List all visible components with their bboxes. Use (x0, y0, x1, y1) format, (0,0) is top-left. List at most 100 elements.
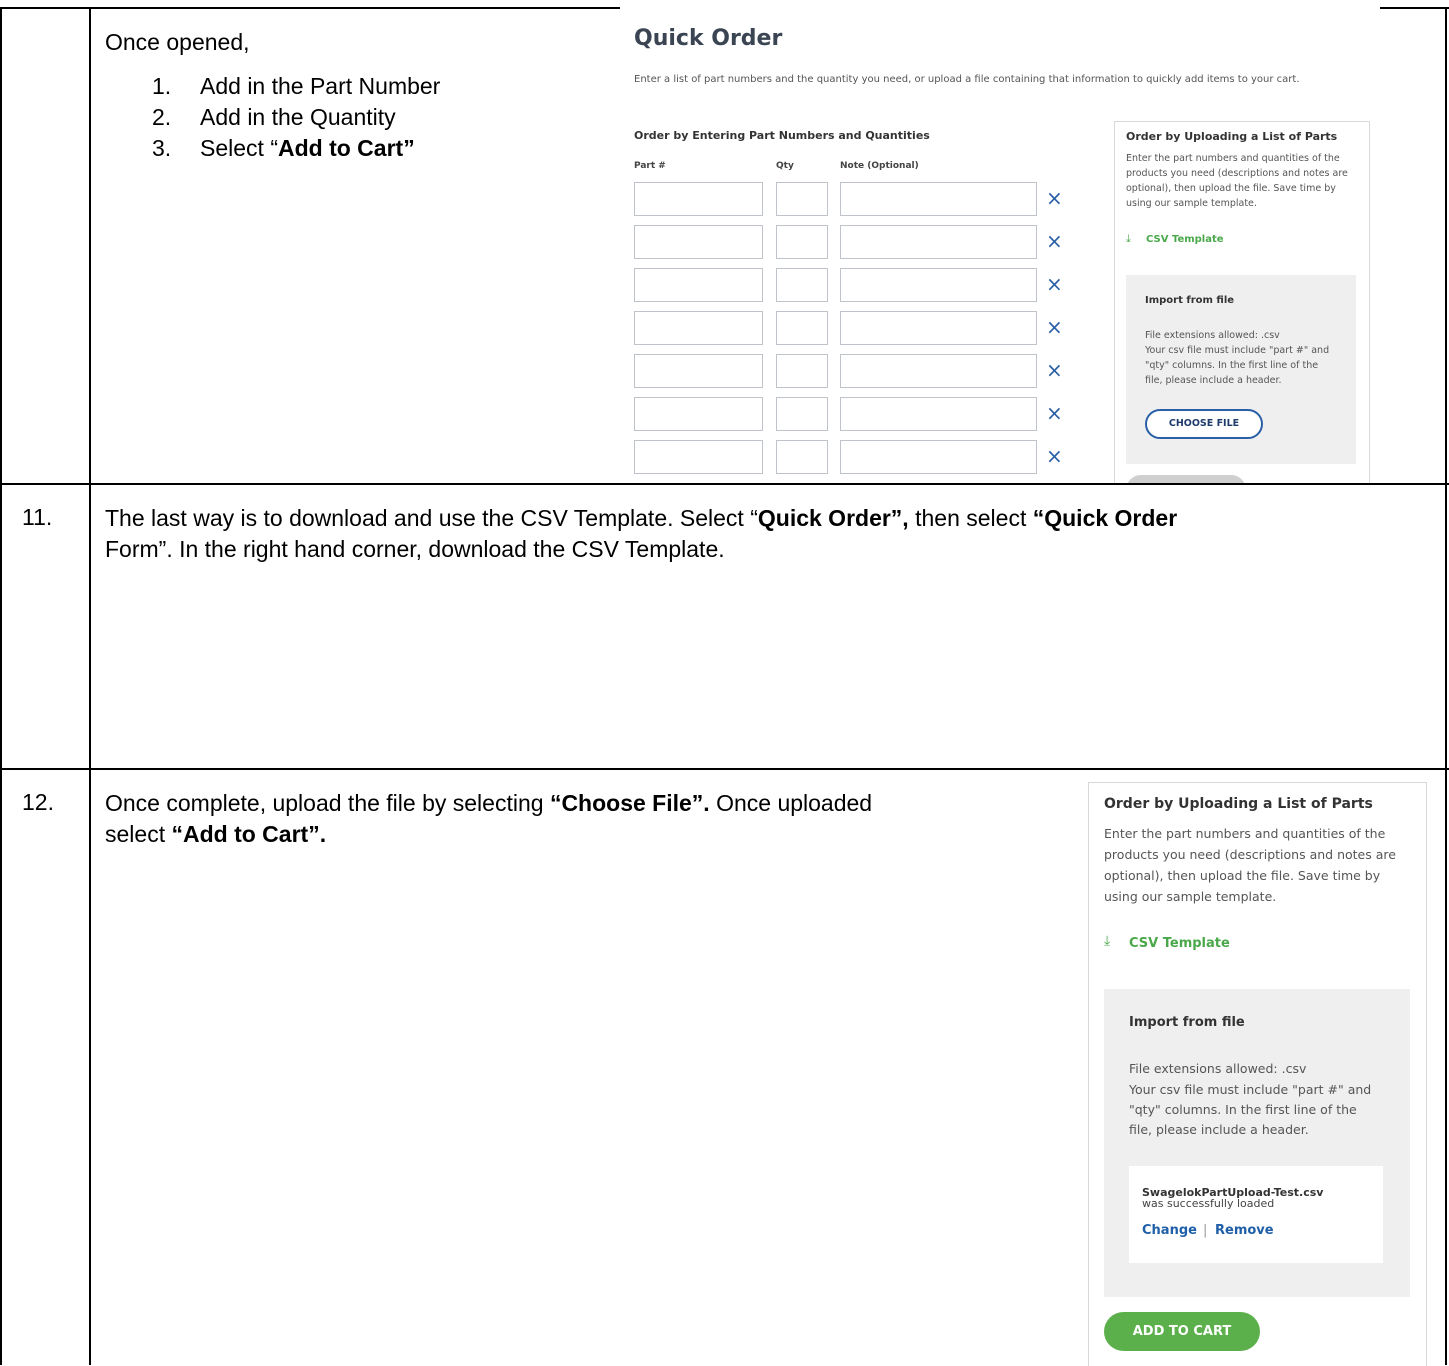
entry-row: × (634, 397, 1074, 431)
step-11-text: The last way is to download and use the … (105, 503, 1425, 565)
remove-row-icon[interactable]: × (1046, 272, 1063, 296)
part-number-input[interactable] (634, 440, 763, 474)
table-left-border (0, 7, 2, 1365)
step-11-bold-1: Quick Order”, (757, 505, 909, 531)
note-input[interactable] (840, 182, 1037, 216)
step-3-pre: Select “ (200, 135, 278, 161)
step-12-part-2: Once uploaded (709, 790, 873, 816)
step-12-bold-1: “Choose File”. (549, 790, 710, 816)
import-box: Import from file File extensions allowed… (1126, 275, 1356, 464)
add-to-cart-button[interactable]: ADD TO CART (1104, 1312, 1260, 1351)
step-11-part-1: The last way is to download and use the … (105, 505, 758, 531)
upload-panel: Order by Uploading a List of Parts Enter… (1114, 121, 1370, 483)
upload-panel-desc-2: products you need (descriptions and note… (1126, 168, 1348, 179)
part-number-input[interactable] (634, 354, 763, 388)
upload-desc-2-3: optional), then upload the file. Save ti… (1104, 868, 1381, 883)
upload-panel-title: Order by Uploading a List of Parts (1126, 130, 1338, 143)
step-11-number: 11. (22, 504, 53, 530)
part-number-input[interactable] (634, 225, 763, 259)
part-number-input[interactable] (634, 397, 763, 431)
quick-order-title: Quick Order (634, 26, 783, 51)
import-desc-2-1: File extensions allowed: .csv (1129, 1061, 1307, 1076)
quantity-input[interactable] (776, 225, 828, 259)
table-right-border (1445, 7, 1447, 1365)
quantity-input[interactable] (776, 311, 828, 345)
download-icon: ⤓ (1126, 232, 1131, 245)
remove-row-icon[interactable]: × (1046, 315, 1063, 339)
note-input[interactable] (840, 268, 1037, 302)
part-number-input[interactable] (634, 311, 763, 345)
link-separator: | (1203, 1223, 1208, 1238)
import-desc-2-3: "qty" columns. In the first line of the (1129, 1102, 1357, 1117)
import-desc-3: "qty" columns. In the first line of the (1145, 360, 1319, 371)
upload-result-screenshot: Order by Uploading a List of Parts Enter… (1088, 782, 1427, 1366)
quantity-input[interactable] (776, 354, 828, 388)
intro-text: Once opened, (105, 29, 250, 55)
note-input[interactable] (840, 397, 1037, 431)
remove-row-icon[interactable]: × (1046, 229, 1063, 253)
entry-row: × (634, 182, 1074, 216)
download-icon-2: ⤓ (1104, 933, 1111, 949)
entry-row: × (634, 354, 1074, 388)
add-to-cart-button-partial[interactable] (1126, 475, 1246, 483)
csv-template-link-2[interactable]: CSV Template (1129, 936, 1230, 951)
step-3-text: Select “Add to Cart” (200, 133, 415, 164)
part-number-input[interactable] (634, 182, 763, 216)
quick-order-screenshot: Quick Order Enter a list of part numbers… (620, 8, 1380, 483)
note-input[interactable] (840, 354, 1037, 388)
upload-desc-2-1: Enter the part numbers and quantities of… (1104, 826, 1386, 841)
col-header-note: Note (Optional) (840, 161, 919, 171)
quantity-input[interactable] (776, 440, 828, 474)
upload-panel-desc-3: optional), then upload the file. Save ti… (1126, 183, 1336, 194)
note-input[interactable] (840, 440, 1037, 474)
import-desc-2: Your csv file must include "part #" and (1145, 345, 1330, 356)
upload-panel-title-2: Order by Uploading a List of Parts (1104, 796, 1373, 812)
entry-row: × (634, 268, 1074, 302)
step-12-part-3: select (105, 821, 172, 847)
remove-row-icon[interactable]: × (1046, 186, 1063, 210)
choose-file-button[interactable]: CHOOSE FILE (1145, 409, 1263, 439)
quantity-input[interactable] (776, 397, 828, 431)
import-desc-2-2: Your csv file must include "part #" and (1129, 1082, 1372, 1097)
csv-template-link[interactable]: CSV Template (1146, 234, 1224, 245)
entry-heading: Order by Entering Part Numbers and Quant… (634, 129, 930, 142)
remove-row-icon[interactable]: × (1046, 444, 1063, 468)
quantity-input[interactable] (776, 268, 828, 302)
entry-row: × (634, 225, 1074, 259)
quick-order-subtitle: Enter a list of part numbers and the qua… (634, 74, 1300, 85)
upload-desc-2-4: using our sample template. (1104, 889, 1277, 904)
step-12-text: Once complete, upload the file by select… (105, 788, 1065, 850)
row-divider-1 (0, 483, 1449, 485)
upload-panel-desc-4: using our sample template. (1126, 198, 1257, 209)
part-number-input[interactable] (634, 268, 763, 302)
upload-panel-desc-1: Enter the part numbers and quantities of… (1126, 153, 1340, 164)
step-11-part-3: Form”. In the right hand corner, downloa… (105, 536, 725, 562)
remove-row-icon[interactable]: × (1046, 401, 1063, 425)
import-desc-4: file, please include a header. (1145, 375, 1282, 386)
remove-row-icon[interactable]: × (1046, 358, 1063, 382)
table-top-border-right (1380, 7, 1449, 9)
import-title: Import from file (1145, 295, 1235, 306)
table-top-border (0, 7, 620, 9)
step-1-number: 1. (152, 73, 172, 99)
step-1-text: Add in the Part Number (200, 73, 441, 99)
step-3-bold: Add to Cart” (277, 135, 415, 161)
remove-file-link[interactable]: Remove (1215, 1223, 1274, 1238)
uploaded-file-card: SwagelokPartUpload-Test.csv was successf… (1129, 1166, 1383, 1263)
quantity-input[interactable] (776, 182, 828, 216)
note-input[interactable] (840, 311, 1037, 345)
import-desc-1: File extensions allowed: .csv (1145, 330, 1280, 341)
step-12-number: 12. (22, 789, 54, 815)
note-input[interactable] (840, 225, 1037, 259)
step-2-number: 2. (152, 104, 172, 130)
entry-row: × (634, 311, 1074, 345)
step-11-bold-2: “Quick Order (1032, 505, 1178, 531)
col-header-qty: Qty (776, 161, 794, 171)
step-11-part-2: then select (908, 505, 1033, 531)
upload-success-message: was successfully loaded (1142, 1197, 1275, 1210)
step-2-text: Add in the Quantity (200, 104, 396, 130)
row-divider-2 (0, 768, 1449, 770)
step-12-part-1: Once complete, upload the file by select… (105, 790, 550, 816)
import-title-2: Import from file (1129, 1015, 1245, 1030)
change-file-link[interactable]: Change (1142, 1223, 1197, 1238)
